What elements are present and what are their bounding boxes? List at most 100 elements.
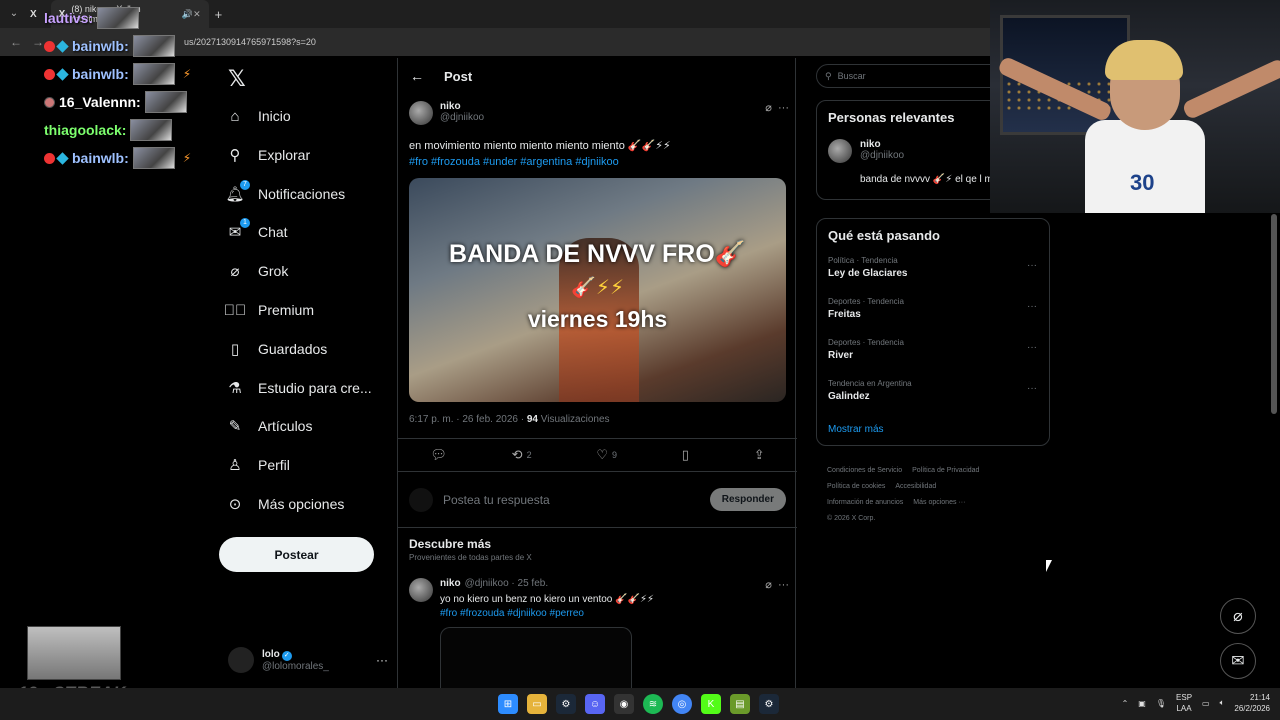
trend-item[interactable]: Deportes · Tendencia River ··· — [817, 334, 1049, 375]
nav-item-guardados[interactable]: ▯ Guardados — [226, 334, 327, 364]
spotify-icon[interactable]: ≋ — [643, 694, 663, 714]
stream-chat-overlay: lautivs: bainwlb: bainwlb: ⚡ 16_Valennn: … — [44, 4, 214, 172]
footer-link[interactable]: Política de cookies — [827, 483, 885, 490]
trend-item[interactable]: Política · Tendencia Ley de Glaciares ··… — [817, 252, 1049, 293]
mic-icon[interactable]: 🎙︎ — [1156, 699, 1166, 708]
tweet-actions: 💬︎ ⟲ 2 ♡ 9 ▯ ⇪ — [398, 438, 797, 472]
bookmark-button[interactable]: ▯ — [682, 447, 689, 463]
nav-item-inicio[interactable]: ⌂ Inicio — [226, 101, 290, 131]
x-logo-icon[interactable]: 𝕏 — [228, 66, 246, 92]
discord-icon[interactable]: ☺ — [585, 694, 605, 714]
trend-name: Galindez — [828, 391, 870, 402]
footer-link[interactable]: Accesibilidad — [895, 483, 936, 490]
app-icon[interactable]: ▤ — [730, 694, 750, 714]
bolt-icon: ⚡ — [182, 67, 192, 81]
webcam-arm — [1181, 57, 1280, 121]
main-column: ← Post niko @djniikoo ⌀ ··· en movimient… — [397, 58, 797, 688]
clock[interactable]: 21:14 26/2/2026 — [1234, 692, 1270, 714]
chat-line: bainwlb: ⚡ — [44, 60, 214, 88]
nav-item-notificaciones[interactable]: 🔔︎ 7 Notificaciones — [225, 179, 345, 209]
chat-line: bainwlb: ⚡ — [44, 144, 214, 172]
avatar — [228, 647, 254, 673]
footer-link[interactable]: Política de Privacidad — [912, 467, 979, 474]
volume-icon[interactable]: 🔈︎ — [1220, 698, 1225, 708]
reply-submit-button[interactable]: Responder — [709, 488, 786, 511]
chat-line: lautivs: — [44, 4, 214, 32]
messages-fab-button[interactable]: ✉ — [1220, 643, 1256, 679]
avatar[interactable] — [409, 101, 433, 125]
nav-label: Más opciones — [258, 496, 345, 512]
tweet-hashtags[interactable]: #fro #frozouda #under #argentina #djniik… — [409, 154, 789, 170]
post-button[interactable]: Postear — [219, 537, 374, 572]
forward-icon[interactable]: → — [32, 35, 44, 49]
nav-item-explorar[interactable]: ⚲ Explorar — [226, 140, 311, 170]
footer-link[interactable]: Más opciones ··· — [913, 499, 965, 506]
back-icon[interactable]: ← — [10, 35, 22, 49]
display-icon[interactable]: ▭ — [1202, 699, 1210, 708]
nav-item-mas-opciones[interactable]: ⊙ Más opciones — [226, 489, 345, 519]
obs-icon[interactable]: ◉ — [614, 694, 634, 714]
author-handle[interactable]: @djniikoo — [440, 112, 484, 123]
app-tray-icon[interactable]: ▣ — [1138, 699, 1146, 708]
chat-image — [132, 63, 175, 85]
mail-icon: ✉ — [1231, 653, 1245, 670]
trend-name: Freitas — [828, 309, 861, 320]
more-icon[interactable]: ··· — [778, 579, 789, 591]
steam-icon[interactable]: ⚙ — [556, 694, 576, 714]
page-scrollbar[interactable] — [1271, 214, 1277, 414]
author-name[interactable]: niko — [440, 101, 484, 112]
new-tab-button[interactable]: + — [215, 7, 223, 22]
nav-item-chat[interactable]: ✉ 1 Chat — [226, 217, 288, 247]
share-button[interactable]: ⇪ — [754, 447, 765, 463]
tweet-time[interactable]: 6:17 p. m. · 26 feb. 2026 · — [409, 414, 527, 425]
reply-button[interactable]: 💬︎ — [430, 447, 447, 463]
grok-fab-button[interactable]: ⌀ — [1220, 598, 1256, 634]
avatar[interactable] — [409, 578, 433, 602]
more-icon[interactable]: ··· — [1027, 301, 1037, 312]
trend-item[interactable]: Deportes · Tendencia Freitas ··· — [817, 293, 1049, 334]
nav-label: Guardados — [258, 341, 328, 357]
nav-item-estudio[interactable]: ⚗ Estudio para cre... — [226, 373, 372, 403]
chat-username: bainwlb: — [72, 66, 129, 82]
article-icon: ✎ — [228, 418, 242, 435]
more-icon[interactable]: ··· — [778, 102, 789, 114]
footer-link[interactable]: Información de anuncios — [827, 499, 903, 506]
account-switcher[interactable]: lolo ✓ @lolomorales_ ··· — [228, 643, 388, 677]
flask-icon: ⚗ — [228, 380, 242, 397]
trend-item[interactable]: Tendencia en Argentina Galindez ··· — [817, 375, 1049, 416]
relevant-user[interactable]: niko @djniikoo — [828, 139, 904, 163]
tweet-hashtags[interactable]: #fro #frozouda #djniikoo #perreo — [440, 607, 780, 621]
more-icon[interactable]: ··· — [1027, 260, 1037, 271]
mouse-cursor-icon — [1046, 560, 1052, 572]
nav-item-grok[interactable]: ⌀ Grok — [226, 256, 288, 286]
account-name-row: lolo ✓ — [262, 649, 329, 661]
nav-item-premium[interactable]: ✓⃝ Premium — [224, 295, 314, 325]
like-button[interactable]: ♡ 9 — [596, 447, 617, 463]
language-indicator[interactable]: ESP LAA — [1176, 692, 1192, 714]
tweet-media[interactable]: BANDA DE NVVV FRO🎸 🎸⚡⚡ viernes 19hs — [409, 178, 786, 402]
steam-icon[interactable]: ⚙ — [759, 694, 779, 714]
windows-start-icon[interactable]: ⊞ — [498, 694, 518, 714]
trend-category: Deportes · Tendencia — [828, 338, 904, 347]
more-icon[interactable]: ··· — [1027, 342, 1037, 353]
back-arrow-icon[interactable]: ← — [410, 68, 424, 84]
show-more-link[interactable]: Mostrar más — [817, 416, 1049, 445]
more-icon[interactable]: ··· — [376, 653, 388, 667]
grok-icon[interactable]: ⌀ — [765, 102, 772, 114]
chat-line: bainwlb: — [44, 32, 214, 60]
retweet-button[interactable]: ⟲ 2 — [512, 447, 532, 463]
nav-item-articulos[interactable]: ✎ Artículos — [226, 411, 313, 441]
tweet-media[interactable] — [440, 627, 632, 688]
nav-label: Artículos — [258, 418, 313, 434]
file-explorer-icon[interactable]: ▭ — [527, 694, 547, 714]
more-icon[interactable]: ··· — [1027, 383, 1037, 394]
kick-icon[interactable]: K — [701, 694, 721, 714]
grok-icon[interactable]: ⌀ — [765, 579, 772, 591]
tab-search-icon[interactable]: ⌄ — [6, 6, 22, 22]
footer-link[interactable]: Condiciones de Servicio — [827, 467, 902, 474]
nav-item-perfil[interactable]: ♙ Perfil — [226, 450, 290, 480]
chevron-up-icon[interactable]: ⌃ — [1122, 699, 1129, 708]
reply-input[interactable]: Postea tu respuesta — [443, 493, 550, 507]
chrome-icon[interactable]: ◎ — [672, 694, 692, 714]
nav-label: Estudio para cre... — [258, 380, 372, 396]
